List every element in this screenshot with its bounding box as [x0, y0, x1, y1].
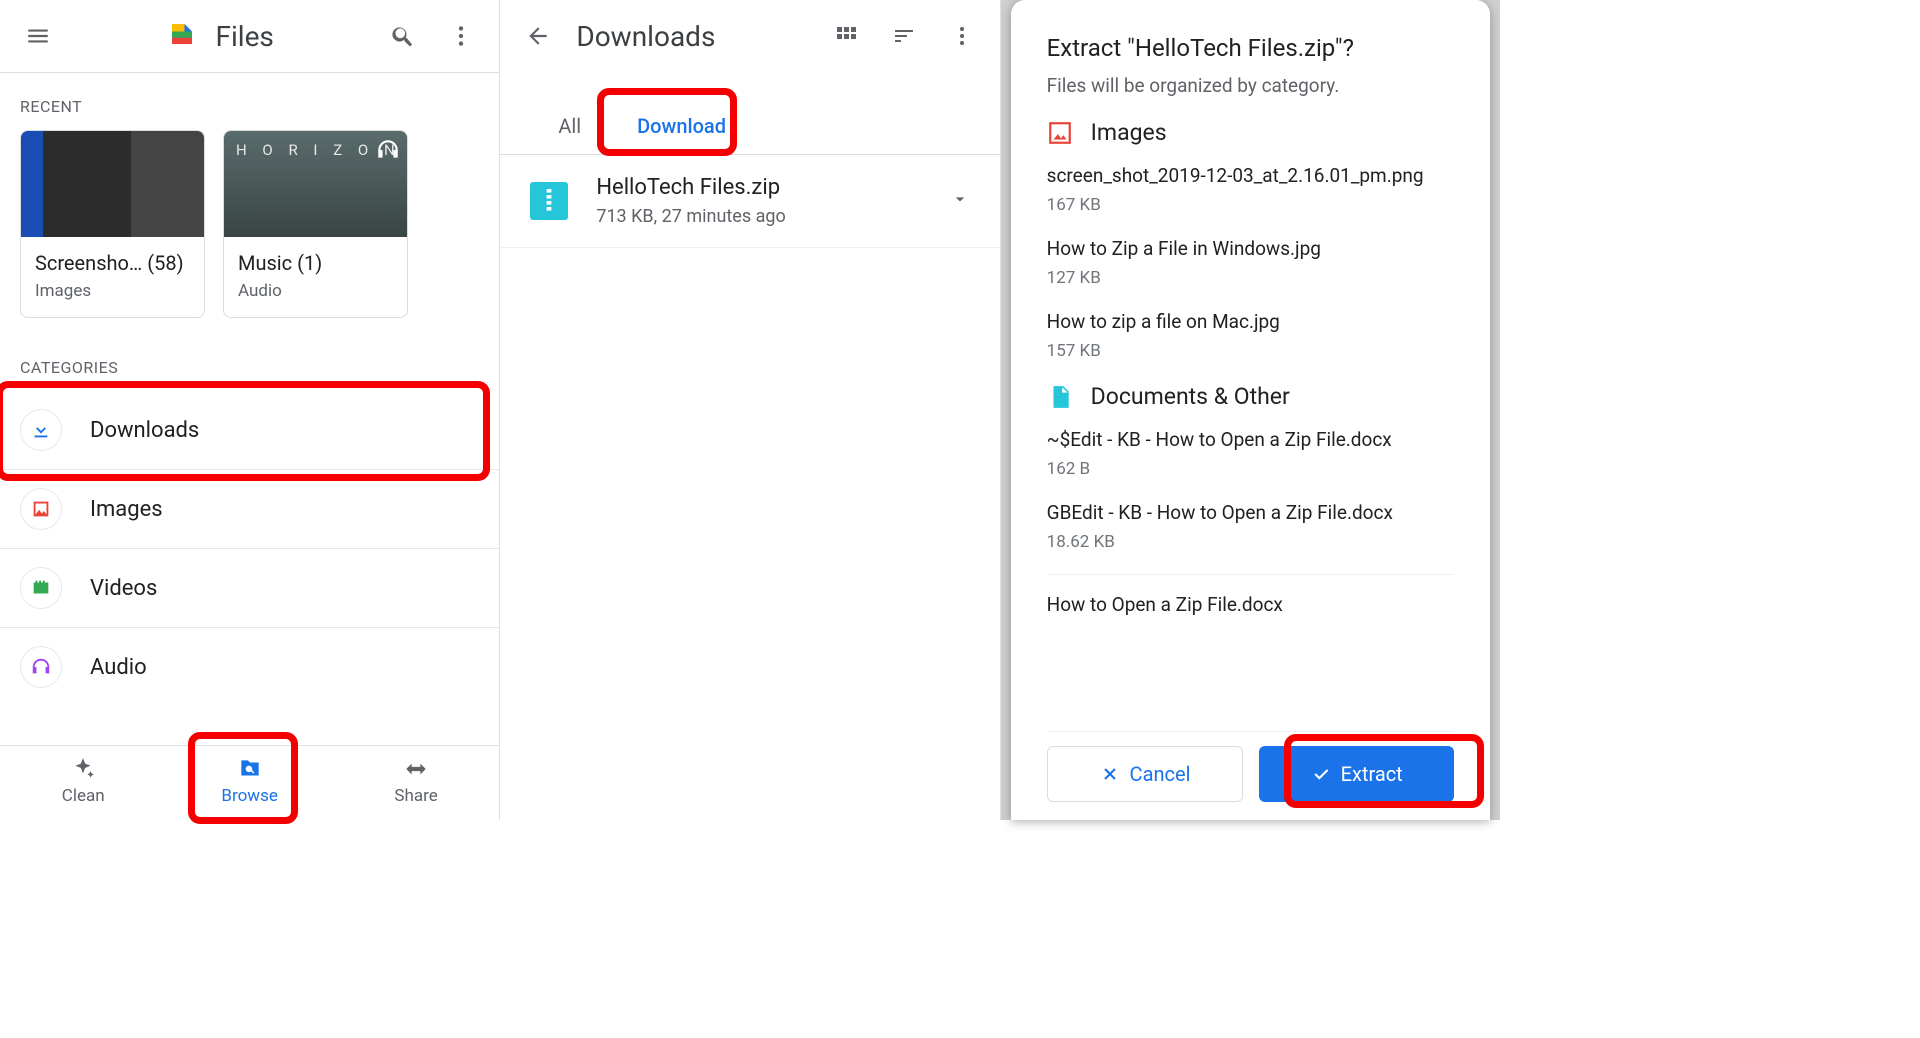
dialog-actions: Cancel Extract — [1047, 731, 1454, 802]
headphones-icon — [375, 137, 401, 163]
document-icon — [1047, 384, 1073, 410]
nav-share[interactable]: Share — [333, 746, 499, 820]
file-item: How to zip a file on Mac.jpg 157 KB — [1047, 310, 1454, 361]
back-icon[interactable] — [518, 16, 558, 56]
dialog-subtitle: Files will be organized by category. — [1047, 74, 1454, 97]
cancel-button[interactable]: Cancel — [1047, 746, 1244, 802]
toolbar: Downloads — [500, 0, 999, 72]
check-icon — [1311, 764, 1331, 784]
recent-card-screenshots[interactable]: Screensho… (58) Images — [20, 130, 205, 318]
toolbar: Files — [0, 0, 499, 72]
file-name: HelloTech Files.zip — [596, 175, 921, 200]
category-label: Audio — [90, 655, 147, 680]
thumbnail: H O R I Z O N — [224, 131, 407, 237]
recent-label: RECENT — [0, 73, 499, 130]
category-images[interactable]: Images — [0, 469, 499, 548]
file-item-size: 18.62 KB — [1047, 532, 1454, 552]
screen-files-home: Files RECENT Screensho… (58) Images H O … — [0, 0, 500, 820]
app-title: Files — [215, 20, 273, 53]
sort-icon[interactable] — [884, 16, 924, 56]
image-icon — [1047, 120, 1073, 146]
category-downloads[interactable]: Downloads — [0, 391, 499, 469]
file-item-size: 162 B — [1047, 459, 1454, 479]
divider — [500, 154, 999, 155]
file-meta: 713 KB, 27 minutes ago — [596, 206, 921, 227]
dialog-content: Images screen_shot_2019-12-03_at_2.16.01… — [1047, 119, 1454, 731]
file-item-name: screen_shot_2019-12-03_at_2.16.01_pm.png — [1047, 164, 1454, 187]
card-subtitle: Images — [35, 281, 190, 301]
category-label: Videos — [90, 576, 157, 601]
dialog-title: Extract "HelloTech Files.zip"? — [1047, 34, 1454, 62]
grid-view-icon[interactable] — [826, 16, 866, 56]
close-icon — [1100, 764, 1120, 784]
card-title: Screensho… (58) — [35, 251, 190, 275]
group-title: Images — [1091, 119, 1167, 146]
file-row[interactable]: HelloTech Files.zip 713 KB, 27 minutes a… — [500, 155, 999, 248]
tabs: All Download — [500, 72, 999, 154]
image-icon — [20, 488, 62, 530]
file-item-name: ~$Edit - KB - How to Open a Zip File.doc… — [1047, 428, 1454, 451]
group-title: Documents & Other — [1091, 383, 1290, 410]
file-item-size: 157 KB — [1047, 341, 1454, 361]
divider — [1047, 574, 1454, 575]
screen-extract-dialog: Extract "HelloTech Files.zip"? Files wil… — [1001, 0, 1500, 820]
search-icon[interactable] — [383, 16, 423, 56]
hamburger-icon[interactable] — [18, 16, 58, 56]
audio-icon — [20, 646, 62, 688]
file-item-name: How to Open a Zip File.docx — [1047, 593, 1454, 616]
file-item: ~$Edit - KB - How to Open a Zip File.doc… — [1047, 428, 1454, 479]
zip-icon — [530, 182, 568, 220]
file-item-name: How to Zip a File in Windows.jpg — [1047, 237, 1454, 260]
categories-label: CATEGORIES — [0, 334, 499, 391]
category-videos[interactable]: Videos — [0, 548, 499, 627]
file-item-name: GBEdit - KB - How to Open a Zip File.doc… — [1047, 501, 1454, 524]
category-label: Images — [90, 497, 163, 522]
card-title: Music (1) — [238, 251, 393, 275]
thumbnail — [21, 131, 204, 237]
sparkle-icon — [70, 756, 96, 782]
file-item-size: 127 KB — [1047, 268, 1454, 288]
tab-all[interactable]: All — [530, 102, 609, 154]
file-item-name: How to zip a file on Mac.jpg — [1047, 310, 1454, 333]
files-logo-icon — [167, 19, 197, 53]
page-title: Downloads — [576, 20, 715, 53]
card-subtitle: Audio — [238, 281, 393, 301]
file-item: How to Zip a File in Windows.jpg 127 KB — [1047, 237, 1454, 288]
nav-label: Clean — [62, 786, 105, 806]
extract-button[interactable]: Extract — [1259, 746, 1454, 802]
extract-label: Extract — [1341, 762, 1403, 786]
screen-downloads: Downloads All Download HelloTech Files.z… — [500, 0, 1000, 820]
file-item: How to Open a Zip File.docx — [1047, 593, 1454, 616]
nav-label: Browse — [221, 786, 277, 806]
file-item: GBEdit - KB - How to Open a Zip File.doc… — [1047, 501, 1454, 552]
chevron-down-icon[interactable] — [950, 189, 970, 213]
share-icon — [403, 756, 429, 782]
group-documents-header: Documents & Other — [1047, 383, 1454, 410]
download-icon — [20, 409, 62, 451]
group-images-header: Images — [1047, 119, 1454, 146]
category-label: Downloads — [90, 418, 199, 443]
bottom-nav: Clean Browse Share — [0, 745, 499, 820]
tab-download[interactable]: Download — [609, 102, 754, 154]
category-audio[interactable]: Audio — [0, 627, 499, 706]
nav-browse[interactable]: Browse — [166, 746, 332, 820]
nav-clean[interactable]: Clean — [0, 746, 166, 820]
more-icon[interactable] — [942, 16, 982, 56]
recent-card-music[interactable]: H O R I Z O N Music (1) Audio — [223, 130, 408, 318]
cancel-label: Cancel — [1130, 762, 1191, 786]
file-item: screen_shot_2019-12-03_at_2.16.01_pm.png… — [1047, 164, 1454, 215]
file-item-size: 167 KB — [1047, 195, 1454, 215]
video-icon — [20, 567, 62, 609]
more-icon[interactable] — [441, 16, 481, 56]
nav-label: Share — [394, 786, 437, 806]
folder-search-icon — [237, 756, 263, 782]
recent-row: Screensho… (58) Images H O R I Z O N Mus… — [0, 130, 499, 334]
extract-dialog: Extract "HelloTech Files.zip"? Files wil… — [1011, 0, 1490, 820]
